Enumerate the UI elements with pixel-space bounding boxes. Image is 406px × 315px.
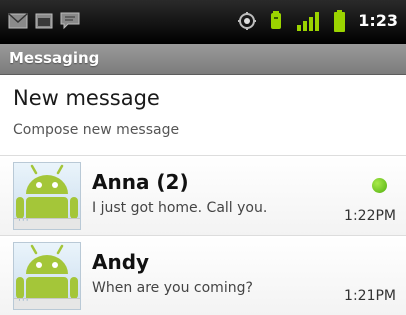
usb-debug-icon [271, 11, 281, 29]
avatar-strip: ··· [14, 296, 80, 309]
new-message-subtitle: Compose new message [13, 122, 180, 138]
gmail-icon [8, 13, 28, 29]
conversation-name: Anna (2) [92, 170, 189, 194]
online-presence-icon [372, 178, 387, 193]
conversation-snippet: When are you coming? [92, 280, 253, 296]
conversation-time: 1:22PM [344, 208, 396, 224]
new-message-title: New message [13, 86, 160, 110]
conversation-time: 1:21PM [344, 288, 396, 304]
app-title: Messaging [9, 49, 100, 67]
gps-icon [238, 12, 256, 30]
new-message-item[interactable]: New message Compose new message [0, 75, 406, 155]
status-bar: 1:23 [0, 0, 406, 44]
talk-icon [60, 12, 80, 30]
status-time: 1:23 [358, 11, 398, 30]
contact-avatar: ··· [13, 162, 81, 230]
conversation-snippet: I just got home. Call you. [92, 200, 268, 216]
calendar-icon [35, 13, 53, 29]
conversation-row-anna[interactable]: ··· Anna (2) I just got home. Call you. … [0, 156, 406, 235]
conversation-name: Andy [92, 250, 150, 274]
app-title-bar: Messaging [0, 44, 406, 75]
conversation-row-andy[interactable]: ··· Andy When are you coming? 1:21PM [0, 236, 406, 315]
contact-avatar: ··· [13, 242, 81, 310]
battery-icon [334, 10, 345, 32]
avatar-strip: ··· [14, 216, 80, 229]
signal-icon [297, 12, 319, 31]
